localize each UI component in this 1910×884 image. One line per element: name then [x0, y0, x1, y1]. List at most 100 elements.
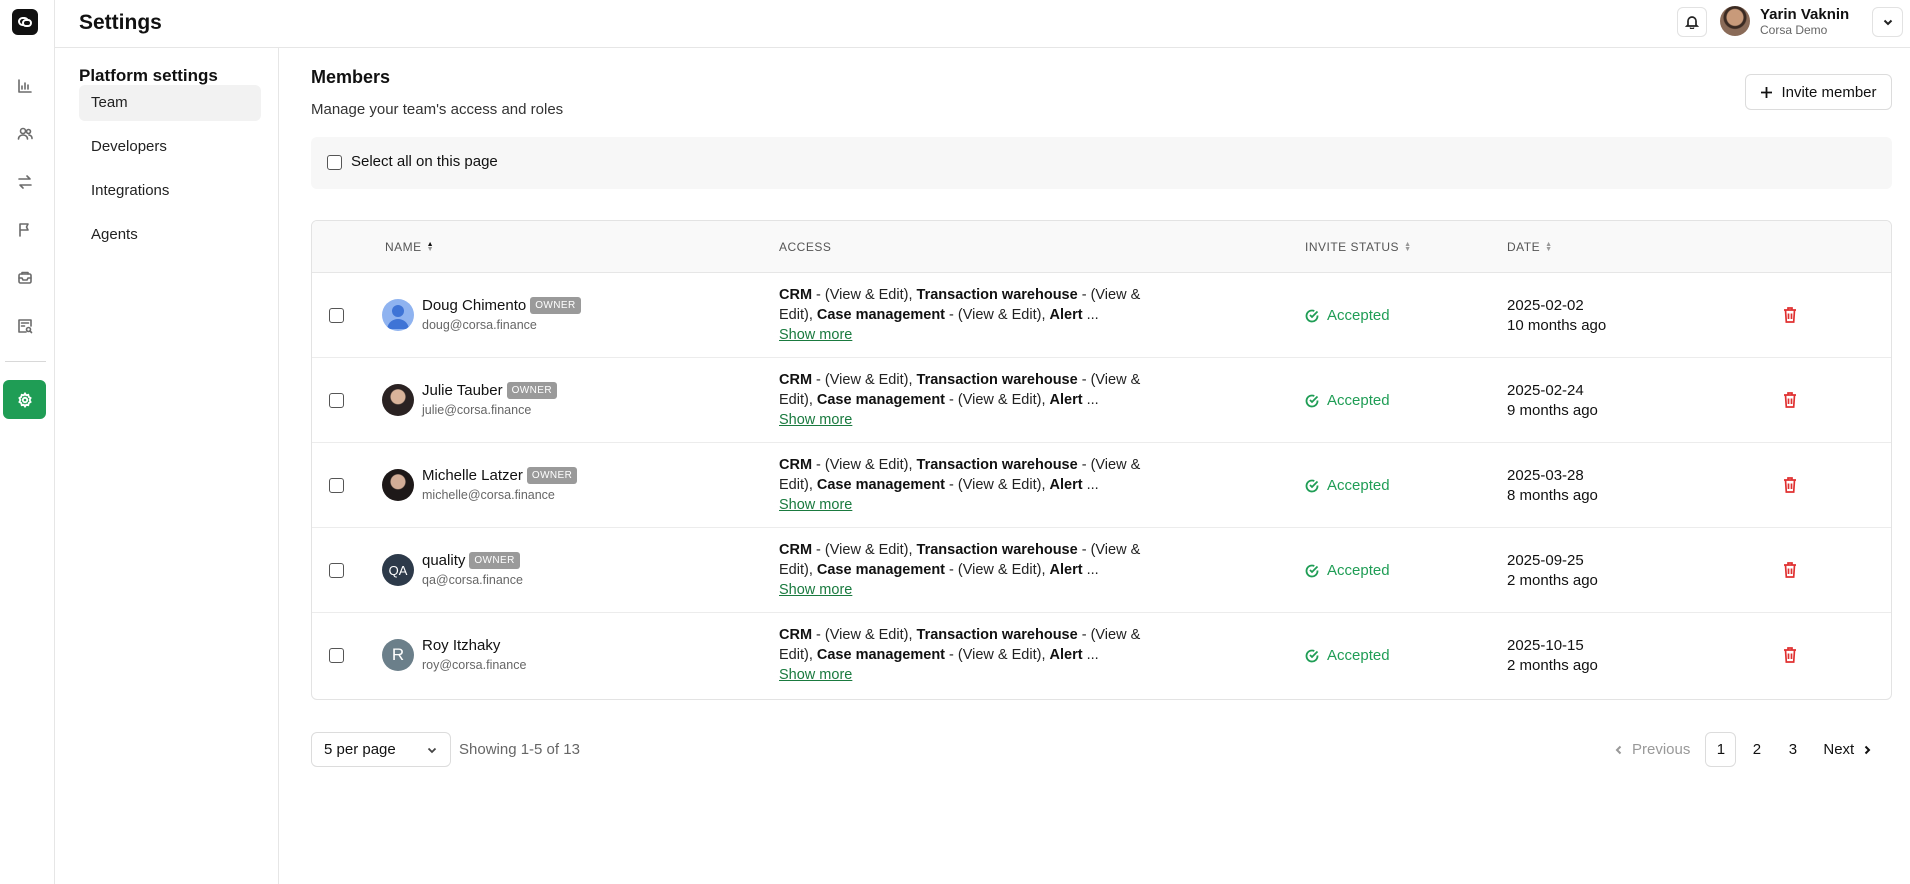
- previous-page-button[interactable]: Previous: [1614, 741, 1690, 758]
- show-more-link[interactable]: Show more: [779, 325, 1144, 345]
- pagination: Previous 1 2 3 Next: [1614, 732, 1872, 767]
- row-checkbox[interactable]: [329, 563, 344, 578]
- access-ellipsis: ...: [1082, 307, 1099, 323]
- access-crm: CRM: [779, 372, 813, 388]
- access-summary: CRM - (View & Edit), Transaction warehou…: [779, 625, 1144, 685]
- settings-nav-item-integrations[interactable]: Integrations: [79, 173, 261, 209]
- invite-status-label: Accepted: [1327, 307, 1390, 324]
- invite-relative-date: 2 months ago: [1507, 657, 1598, 674]
- row-checkbox[interactable]: [329, 648, 344, 663]
- invite-status-label: Accepted: [1327, 647, 1390, 664]
- column-header-name[interactable]: NAME ▲ ▼: [385, 240, 434, 254]
- member-name-cell: Michelle Latzer OWNER: [422, 467, 578, 484]
- access-crm-perm: - (View & Edit),: [812, 542, 917, 558]
- page-3-button[interactable]: 3: [1777, 732, 1808, 767]
- users-icon[interactable]: [12, 121, 38, 147]
- bell-icon[interactable]: [1677, 7, 1707, 37]
- chevron-right-icon: [1864, 745, 1871, 754]
- show-more-link[interactable]: Show more: [779, 665, 1144, 685]
- column-header-date-label: DATE: [1507, 240, 1541, 254]
- settings-icon[interactable]: [3, 380, 46, 419]
- row-checkbox[interactable]: [329, 308, 344, 323]
- access-alert: Alert: [1049, 562, 1083, 578]
- member-name: Julie Tauber: [422, 382, 503, 399]
- inbox-icon[interactable]: [12, 265, 38, 291]
- trash-icon[interactable]: [1782, 476, 1798, 494]
- access-tw: Transaction warehouse: [916, 372, 1078, 388]
- invite-relative-date: 10 months ago: [1507, 317, 1607, 334]
- access-tw: Transaction warehouse: [916, 457, 1078, 473]
- access-cm-perm: - (View & Edit),: [945, 392, 1050, 408]
- app-rail: [0, 0, 55, 884]
- column-header-date[interactable]: DATE ▲ ▼: [1507, 240, 1553, 254]
- invite-member-button[interactable]: Invite member: [1745, 74, 1892, 110]
- settings-nav-item-agents[interactable]: Agents: [79, 217, 261, 253]
- settings-nav-item-team[interactable]: Team: [79, 85, 261, 121]
- chevron-down-icon[interactable]: [1872, 7, 1903, 37]
- page-1-button[interactable]: 1: [1705, 732, 1737, 767]
- transfer-icon[interactable]: [12, 169, 38, 195]
- avatar-initials: R: [391, 645, 405, 664]
- invite-member-label: Invite member: [1781, 83, 1877, 101]
- invite-date: 2025-02-24: [1507, 382, 1584, 399]
- show-more-link[interactable]: Show more: [779, 410, 1144, 430]
- row-checkbox[interactable]: [329, 393, 344, 408]
- member-email: michelle@corsa.finance: [422, 488, 555, 502]
- top-header: Settings Yarin Vaknin Corsa Demo: [55, 0, 1910, 48]
- access-crm-perm: - (View & Edit),: [812, 457, 917, 473]
- chevron-down-icon: [427, 747, 437, 753]
- chart-icon[interactable]: [12, 73, 38, 99]
- page-title: Settings: [79, 11, 162, 34]
- flag-icon[interactable]: [12, 217, 38, 243]
- access-crm: CRM: [779, 542, 813, 558]
- access-crm-perm: - (View & Edit),: [812, 287, 917, 303]
- user-avatar[interactable]: [1720, 6, 1750, 36]
- sort-icon: ▲ ▼: [426, 241, 435, 253]
- access-summary: CRM - (View & Edit), Transaction warehou…: [779, 370, 1144, 430]
- select-all-bar: Select all on this page: [311, 137, 1892, 189]
- report-search-icon[interactable]: [12, 313, 38, 339]
- table-header: NAME ▲ ▼ ACCESS INVITE STATUS ▲ ▼ DATE ▲ ▼: [312, 221, 1891, 273]
- section-subtitle: Manage your team's access and roles: [311, 101, 564, 118]
- settings-nav-item-developers[interactable]: Developers: [79, 129, 261, 165]
- member-email: doug@corsa.finance: [422, 318, 537, 332]
- members-table: NAME ▲ ▼ ACCESS INVITE STATUS ▲ ▼ DATE ▲ ▼ …: [311, 220, 1892, 700]
- trash-icon[interactable]: [1782, 306, 1798, 324]
- access-cm-perm: - (View & Edit),: [945, 477, 1050, 493]
- trash-icon[interactable]: [1782, 561, 1798, 579]
- column-header-invite-status-label: INVITE STATUS: [1305, 240, 1400, 254]
- owner-badge: OWNER: [506, 382, 557, 399]
- member-name: Doug Chimento: [422, 297, 527, 314]
- date-cell: 2025-10-15 2 months ago: [1507, 636, 1598, 676]
- trash-icon[interactable]: [1782, 646, 1798, 664]
- row-checkbox[interactable]: [329, 478, 344, 493]
- access-cm-perm: - (View & Edit),: [945, 307, 1050, 323]
- invite-status: Accepted: [1305, 392, 1390, 409]
- select-all-label[interactable]: Select all on this page: [351, 153, 498, 170]
- page-2-button[interactable]: 2: [1741, 732, 1772, 767]
- trash-icon[interactable]: [1782, 391, 1798, 409]
- access-crm-perm: - (View & Edit),: [812, 627, 917, 643]
- invite-status: Accepted: [1305, 477, 1390, 494]
- member-email: qa@corsa.finance: [422, 573, 523, 587]
- check-circle-icon: [1305, 649, 1319, 662]
- access-cm: Case management: [816, 647, 946, 663]
- member-email: roy@corsa.finance: [422, 658, 527, 672]
- per-page-select[interactable]: 5 per page: [311, 732, 451, 767]
- show-more-link[interactable]: Show more: [779, 495, 1144, 515]
- column-header-invite-status[interactable]: INVITE STATUS ▲ ▼: [1305, 240, 1412, 254]
- column-header-access-label: ACCESS: [779, 240, 832, 254]
- select-all-checkbox[interactable]: [327, 155, 342, 170]
- show-more-link[interactable]: Show more: [779, 580, 1144, 600]
- access-tw: Transaction warehouse: [916, 627, 1078, 643]
- avatar-initials: QA: [388, 562, 408, 578]
- logo-icon[interactable]: [12, 9, 38, 35]
- next-page-button[interactable]: Next: [1823, 741, 1872, 758]
- avatar: R: [382, 639, 414, 671]
- invite-status-label: Accepted: [1327, 562, 1390, 579]
- check-circle-icon: [1305, 564, 1319, 577]
- invite-relative-date: 9 months ago: [1507, 402, 1598, 419]
- column-header-name-label: NAME: [385, 240, 422, 254]
- access-crm-perm: - (View & Edit),: [812, 372, 917, 388]
- owner-badge: OWNER: [526, 467, 578, 484]
